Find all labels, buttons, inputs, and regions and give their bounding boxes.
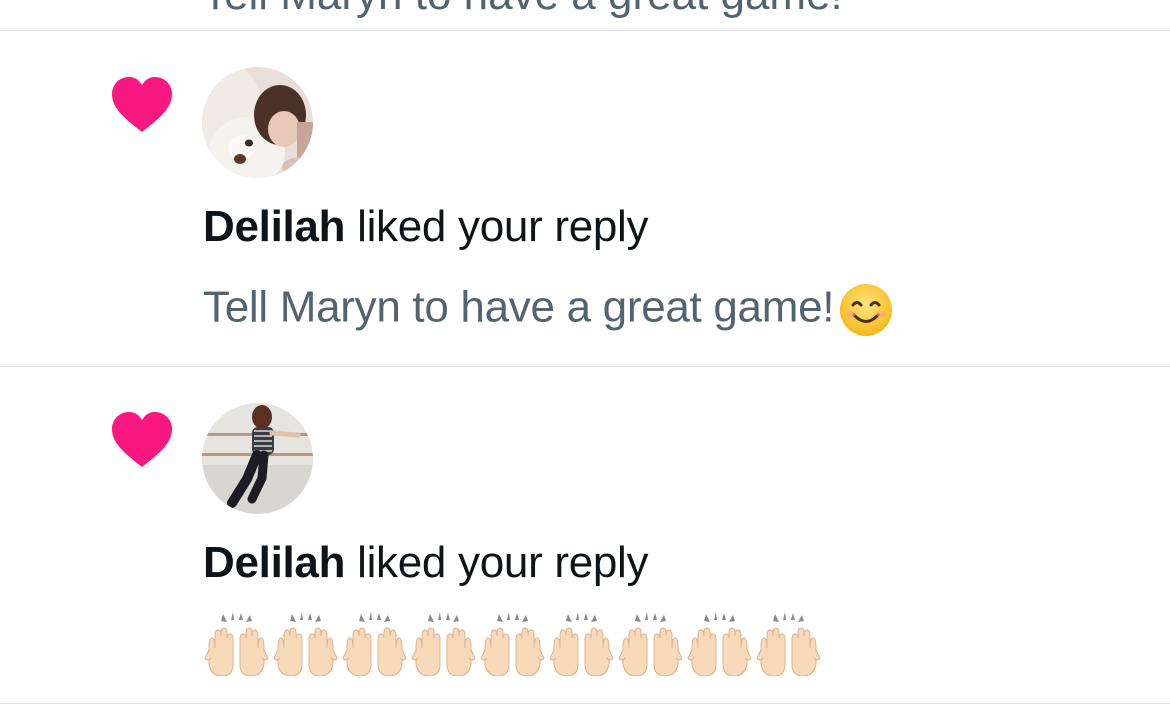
reply-preview[interactable]	[203, 610, 824, 676]
action-text: liked your reply	[357, 538, 649, 587]
previous-reply-text: Tell Maryn to have a great game!	[202, 0, 843, 20]
divider	[0, 366, 1170, 367]
heart-icon	[112, 412, 172, 467]
notification-text: Delilah liked your reply	[203, 538, 649, 588]
reply-text: Tell Maryn to have a great game!	[203, 282, 835, 332]
avatar[interactable]	[202, 67, 313, 178]
raising-hands-emoji-icon	[411, 612, 476, 676]
user-name[interactable]: Delilah	[203, 202, 345, 251]
raising-hands-emoji-icon	[342, 612, 407, 676]
smiling-face-emoji-icon	[840, 284, 893, 336]
raising-hands-emoji-icon	[273, 612, 338, 676]
action-text: liked your reply	[357, 202, 649, 251]
raising-hands-emoji-icon	[480, 612, 545, 676]
raising-hands-emoji-icon	[756, 612, 821, 676]
user-name[interactable]: Delilah	[203, 538, 345, 587]
raising-hands-emoji-icon	[687, 612, 752, 676]
notification-text: Delilah liked your reply	[203, 202, 649, 252]
avatar[interactable]	[202, 403, 313, 514]
divider	[0, 30, 1170, 31]
reply-preview[interactable]: Tell Maryn to have a great game!	[203, 282, 894, 338]
raising-hands-emoji-icon	[618, 612, 683, 676]
raising-hands-emoji-icon	[204, 612, 269, 676]
heart-icon	[112, 77, 172, 132]
raising-hands-emoji-icon	[549, 612, 614, 676]
divider	[0, 703, 1170, 704]
